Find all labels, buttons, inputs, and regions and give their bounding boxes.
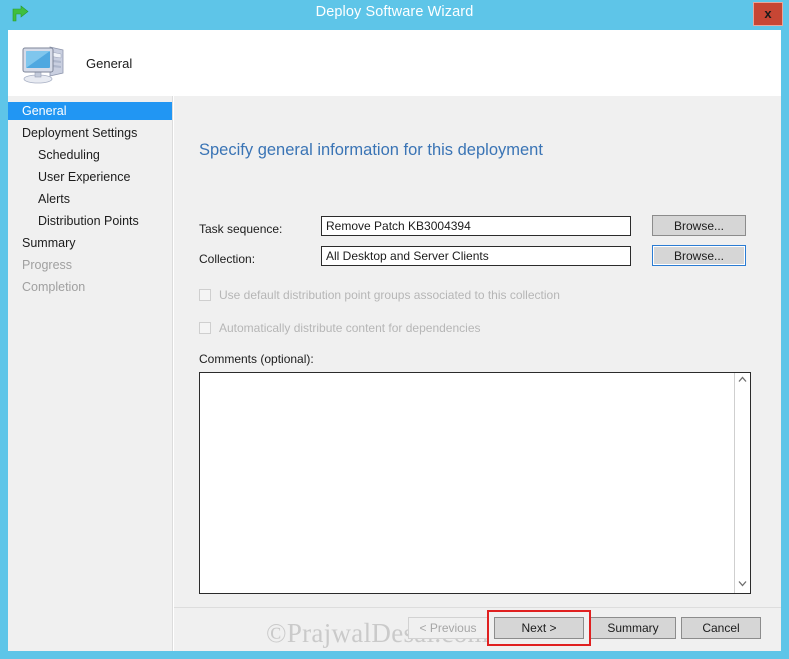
task-sequence-browse-button[interactable]: Browse... xyxy=(652,215,746,236)
task-sequence-label: Task sequence: xyxy=(199,222,283,236)
auto-distribute-content-label: Automatically distribute content for dep… xyxy=(219,321,481,335)
banner-label: General xyxy=(86,56,133,71)
chevron-up-icon[interactable] xyxy=(735,373,750,389)
sidebar-item-summary[interactable]: Summary xyxy=(8,234,172,252)
window-title: Deploy Software Wizard xyxy=(315,4,474,20)
sidebar-item-label: General xyxy=(22,104,67,118)
sidebar-item-distribution-points[interactable]: Distribution Points xyxy=(8,212,172,230)
sidebar-item-label: Distribution Points xyxy=(38,214,139,228)
deploy-software-wizard-window: Deploy Software Wizard x General General… xyxy=(0,0,789,659)
sidebar-item-deployment-settings[interactable]: Deployment Settings xyxy=(8,124,172,142)
close-icon[interactable]: x xyxy=(753,2,783,26)
comments-textarea[interactable] xyxy=(200,373,734,593)
collection-label: Collection: xyxy=(199,252,256,266)
computer-monitor-icon xyxy=(20,38,70,88)
auto-distribute-content-checkbox xyxy=(199,322,211,334)
sidebar-item-general[interactable]: General xyxy=(8,102,172,120)
use-default-dp-groups-checkbox xyxy=(199,289,211,301)
auto-distribute-content-checkbox-row: Automatically distribute content for dep… xyxy=(199,319,481,337)
comments-field-wrapper xyxy=(199,372,751,594)
sidebar-item-label: User Experience xyxy=(38,170,131,184)
sidebar-item-alerts[interactable]: Alerts xyxy=(8,190,172,208)
cancel-button[interactable]: Cancel xyxy=(681,617,761,639)
task-sequence-input[interactable] xyxy=(321,216,631,236)
wizard-steps-sidebar: General Deployment Settings Scheduling U… xyxy=(8,96,173,651)
comments-label: Comments (optional): xyxy=(199,352,314,366)
sidebar-item-label: Alerts xyxy=(38,192,70,206)
scrollbar-track[interactable] xyxy=(735,389,750,577)
sidebar-item-progress: Progress xyxy=(8,256,172,274)
chevron-down-icon[interactable] xyxy=(735,577,750,593)
sidebar-item-label: Deployment Settings xyxy=(22,126,138,140)
comments-scrollbar[interactable] xyxy=(734,373,750,593)
title-bar: Deploy Software Wizard x xyxy=(0,0,789,30)
sidebar-item-label: Progress xyxy=(22,258,73,272)
sidebar-item-label: Scheduling xyxy=(38,148,100,162)
content-area: General Deployment Settings Scheduling U… xyxy=(8,96,781,651)
sidebar-item-label: Summary xyxy=(22,236,76,250)
wizard-banner: General xyxy=(8,30,781,96)
sidebar-item-completion: Completion xyxy=(8,278,172,296)
sidebar-item-user-experience[interactable]: User Experience xyxy=(8,168,172,186)
summary-button[interactable]: Summary xyxy=(590,617,676,639)
next-button[interactable]: Next > xyxy=(494,617,584,639)
collection-input[interactable] xyxy=(321,246,631,266)
use-default-dp-groups-label: Use default distribution point groups as… xyxy=(219,288,560,302)
previous-button: < Previous xyxy=(408,617,488,639)
use-default-dp-groups-checkbox-row: Use default distribution point groups as… xyxy=(199,286,560,304)
sidebar-item-label: Completion xyxy=(22,280,86,294)
page-title: Specify general information for this dep… xyxy=(199,141,543,159)
main-panel: Specify general information for this dep… xyxy=(173,96,781,651)
collection-browse-button[interactable]: Browse... xyxy=(652,245,746,266)
sidebar-item-scheduling[interactable]: Scheduling xyxy=(8,146,172,164)
window-body: General General Deployment Settings Sche… xyxy=(8,30,781,651)
